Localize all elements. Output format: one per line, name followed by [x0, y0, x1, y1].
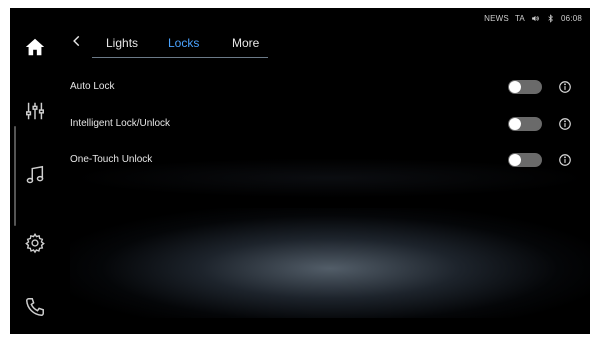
home-icon — [25, 38, 45, 56]
sidebar-scroll-indicator — [14, 126, 16, 226]
info-icon — [559, 154, 571, 166]
bluetooth-icon — [548, 14, 553, 23]
setting-row-auto-lock: Auto Lock — [70, 78, 580, 98]
intelligent-lock-info-button[interactable] — [558, 117, 572, 131]
toggle-knob — [509, 154, 521, 166]
infotainment-screen: NEWS TA 06:08 Lights Locks More Auto Loc… — [10, 8, 590, 334]
tab-locks[interactable]: Locks — [168, 36, 199, 50]
toggle-knob — [509, 118, 521, 130]
tab-underline — [92, 57, 268, 58]
chevron-left-icon — [73, 35, 80, 47]
info-icon — [559, 118, 571, 130]
news-indicator: NEWS — [484, 14, 509, 23]
clock: 06:08 — [560, 14, 582, 23]
tab-more[interactable]: More — [232, 36, 259, 50]
sidebar-item-music[interactable] — [20, 160, 50, 190]
sidebar-item-equalizer[interactable] — [20, 96, 50, 126]
sidebar-item-settings[interactable] — [20, 228, 50, 258]
setting-label: One-Touch Unlock — [70, 154, 153, 165]
info-icon — [559, 81, 571, 93]
setting-row-intelligent-lock: Intelligent Lock/Unlock — [70, 115, 580, 135]
setting-label: Auto Lock — [70, 81, 115, 92]
sidebar — [10, 8, 58, 334]
tab-lights[interactable]: Lights — [106, 36, 138, 50]
sidebar-item-home[interactable] — [20, 32, 50, 62]
ta-indicator: TA — [514, 14, 525, 23]
toggle-knob — [509, 81, 521, 93]
setting-row-one-touch-unlock: One-Touch Unlock — [70, 151, 580, 171]
speaker-icon — [532, 15, 539, 22]
status-bar: NEWS TA 06:08 — [484, 14, 582, 23]
setting-label: Intelligent Lock/Unlock — [70, 118, 171, 129]
gear-icon — [25, 233, 45, 254]
one-touch-unlock-info-button[interactable] — [558, 153, 572, 167]
phone-icon — [26, 298, 44, 316]
music-icon — [26, 165, 44, 184]
one-touch-unlock-toggle[interactable] — [508, 153, 542, 167]
auto-lock-info-button[interactable] — [558, 80, 572, 94]
sidebar-item-phone[interactable] — [20, 292, 50, 322]
intelligent-lock-toggle[interactable] — [508, 117, 542, 131]
back-button[interactable] — [70, 34, 88, 52]
equalizer-icon — [26, 102, 44, 120]
background-glow — [70, 208, 590, 318]
auto-lock-toggle[interactable] — [508, 80, 542, 94]
tab-bar: Lights Locks More — [92, 30, 268, 58]
